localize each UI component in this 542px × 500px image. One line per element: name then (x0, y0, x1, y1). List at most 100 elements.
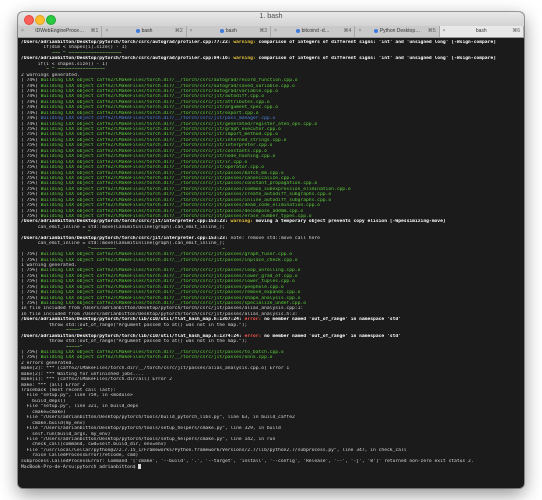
terminal-text-segment: [ 74%] (21, 110, 41, 116)
terminal-text-segment: throw std::out_of_range("Argument passed… (21, 339, 248, 345)
terminal-text-segment: [ 75%] (21, 159, 41, 165)
terminal-text-segment: Building CXX object caffe2/CMakeFiles/to… (40, 165, 265, 171)
tab-label: bitcoind -d… (301, 28, 330, 34)
terminal-text-segment: Building CXX object caffe2/CMakeFiles/to… (40, 273, 298, 279)
tab-label: bash (225, 28, 237, 34)
terminal-text-segment: check_call(command, cwd=self.build_dir, … (21, 442, 167, 448)
tab-close-icon[interactable]: × (190, 26, 193, 37)
terminal-text-segment: no member named 'out_of_range' in namesp… (264, 317, 401, 323)
tab-label: bash (141, 28, 153, 34)
tab-close-icon[interactable]: × (358, 26, 361, 37)
tab-activity-icon (135, 28, 140, 33)
tab-close-icon[interactable]: × (274, 26, 277, 37)
terminal-text-segment: Building CXX object caffe2/CMakeFiles/to… (40, 203, 320, 209)
terminal-text-segment: raise CalledProcessError(retcode, cmd) (21, 453, 139, 459)
terminal-text-segment: Building CXX object caffe2/CMakeFiles/to… (40, 99, 270, 105)
terminal-text-segment: [ 75%] (21, 175, 41, 181)
terminal-text-segment: [ 74%] (21, 116, 41, 122)
tab-activity-icon (295, 28, 300, 33)
terminal-text-segment: [ 75%] (21, 355, 41, 361)
terminal-text-segment: [ 74%] (21, 83, 41, 89)
terminal-text-segment: if(i < shapes.size() - 1) (21, 61, 108, 67)
terminal-text-segment: [ 74%] (21, 94, 41, 100)
terminal-output[interactable]: /Users/adrianbitton/Desktop/pytorch/torc… (18, 38, 524, 488)
tab-6[interactable]: × bash ⌘6 (439, 26, 524, 37)
tab-shortcut: ⌘4 (343, 28, 352, 34)
terminal-text-segment: [ 74%] (21, 78, 41, 84)
terminal-text-segment: Building CXX object caffe2/CMakeFiles/to… (40, 94, 265, 100)
terminal-text-segment: File "/usr/local/Cellar/python@2/2.7.15_… (21, 447, 407, 453)
terminal-text-segment: [ 74%] (21, 88, 41, 94)
tab-close-icon[interactable]: × (443, 26, 446, 37)
tab-2[interactable]: × bash ⌘2 (102, 26, 187, 37)
terminal-text-segment: [ 75%] (21, 284, 41, 290)
terminal-text-segment: Building CXX object caffe2/CMakeFiles/to… (40, 268, 301, 274)
text-cursor (138, 464, 142, 470)
terminal-text-segment: self.run(build_args, my_env) (21, 431, 111, 437)
terminal-text-segment: Building CXX object caffe2/CMakeFiles/to… (40, 78, 298, 84)
terminal-text-segment: Building CXX object caffe2/CMakeFiles/to… (40, 301, 306, 306)
terminal-text-segment: File "setup.py", line 759, in <module> (21, 393, 133, 399)
tab-label: IDWebEngineProce… (35, 28, 85, 34)
terminal-text-segment: [ 75%] (21, 170, 41, 176)
tab-3[interactable]: × bash ⌘3 (187, 26, 271, 37)
terminal-text-segment: [ 75%] (21, 132, 41, 138)
tab-4[interactable]: × bitcoind -d… ⌘4 (271, 26, 356, 37)
terminal-text-segment: [ 75%] (21, 143, 41, 149)
terminal-text-segment: Building CXX object caffe2/CMakeFiles/to… (40, 127, 281, 132)
terminal-text-segment: Building CXX object caffe2/CMakeFiles/to… (40, 132, 279, 138)
terminal-text-segment: Building CXX object caffe2/CMakeFiles/to… (40, 181, 318, 187)
terminal-text-segment: ~~~~~^ (21, 328, 83, 334)
terminal-text-segment: ~~~ ^ ~~~~~~~~~~~~~~~~~~~ (21, 50, 122, 56)
terminal-text-segment: Building CXX object caffe2/CMakeFiles/to… (40, 105, 279, 111)
terminal-text-segment: Building CXX object caffe2/CMakeFiles/to… (40, 295, 301, 301)
tab-close-icon[interactable]: × (105, 26, 108, 37)
terminal-text-segment: moving a temporary object prevents copy … (255, 219, 446, 225)
terminal-text-segment: [ 75%] (21, 301, 41, 306)
terminal-text-segment: In file included from /Users/adrianbitto… (21, 306, 304, 312)
terminal-text-segment: Building CXX object caffe2/CMakeFiles/to… (40, 214, 312, 219)
terminal-text-segment: Building CXX object caffe2/CMakeFiles/to… (40, 349, 284, 355)
terminal-text-segment: File "setup.py", line 321, in build_deps (21, 404, 139, 410)
terminal-text-segment: [ 74%] (21, 105, 41, 111)
terminal-text-segment: comparison of integers of different sign… (258, 40, 496, 45)
terminal-text-segment: Building CXX object caffe2/CMakeFiles/to… (40, 186, 351, 192)
title-bar[interactable]: 1. bash (18, 12, 524, 27)
terminal-text-segment: [ 75%] (21, 203, 41, 209)
terminal-text-segment: ^~~~~~~~~~ ~ (21, 246, 225, 252)
terminal-text-segment: Building CXX object caffe2/CMakeFiles/to… (40, 88, 279, 94)
terminal-text-segment: File "/Users/adrianbitton/Desktop/pytorc… (21, 415, 295, 421)
terminal-text-segment: Building CXX object caffe2/CMakeFiles/to… (40, 175, 295, 181)
tab-shortcut: ⌘3 (259, 28, 267, 34)
terminal-text-segment: [ 74%] (21, 121, 41, 127)
tab-close-icon[interactable]: × (21, 26, 24, 37)
terminal-text-segment: Building CXX object caffe2/CMakeFiles/to… (40, 290, 301, 296)
terminal-text-segment: warning: (230, 219, 256, 225)
terminal-text-segment: /Users/adrianbitton/Desktop/pytorch/torc… (21, 56, 234, 62)
tab-5[interactable]: × Python Desktop… ⌘5 (355, 26, 440, 37)
terminal-line: MacBook-Pro-de-Arsu:pytorch adrianbitton… (21, 464, 521, 470)
terminal-text-segment: [ 75%] (21, 268, 41, 274)
tab-1[interactable]: × IDWebEngineProce… ⌘1 (18, 26, 103, 37)
terminal-text-segment: Building CXX object caffe2/CMakeFiles/to… (40, 137, 287, 143)
terminal-text-segment: make[2]: *** Waiting for unfinished jobs… (21, 371, 144, 377)
terminal-text-segment: [ 75%] (21, 148, 41, 154)
terminal-text-segment: /Users/adrianbitton/Desktop/pytorch/torc… (21, 333, 245, 339)
terminal-text-segment: ^ (21, 230, 91, 236)
terminal-text-segment: Building CXX object caffe2/CMakeFiles/to… (40, 208, 304, 214)
terminal-text-segment: can_emit_inline = std::move(CanEmitInlin… (21, 241, 225, 247)
tab-shortcut: ⌘1 (90, 28, 99, 34)
terminal-text-segment: error: (244, 333, 265, 339)
terminal-text-segment: Building CXX object caffe2/CMakeFiles/to… (40, 159, 248, 165)
tab-label: Python Desktop… (379, 28, 421, 34)
terminal-text-segment: if(dim < shapes[i].size() - 1) (21, 45, 128, 51)
terminal-text-segment: Building CXX object caffe2/CMakeFiles/to… (40, 197, 332, 203)
terminal-text-segment: [ 75%] (21, 137, 41, 143)
terminal-text-segment: warning: (233, 56, 259, 62)
terminal-text-segment: [ 75%] (21, 192, 41, 198)
terminal-text-segment: Building CXX object caffe2/CMakeFiles/to… (40, 284, 284, 290)
terminal-text-segment: Building CXX object caffe2/CMakeFiles/to… (40, 252, 293, 258)
terminal-text-segment: [ 75%] (21, 290, 41, 296)
terminal-text-segment: Building CXX object caffe2/CMakeFiles/to… (40, 121, 318, 127)
terminal-text-segment: [ 75%] (21, 186, 41, 192)
